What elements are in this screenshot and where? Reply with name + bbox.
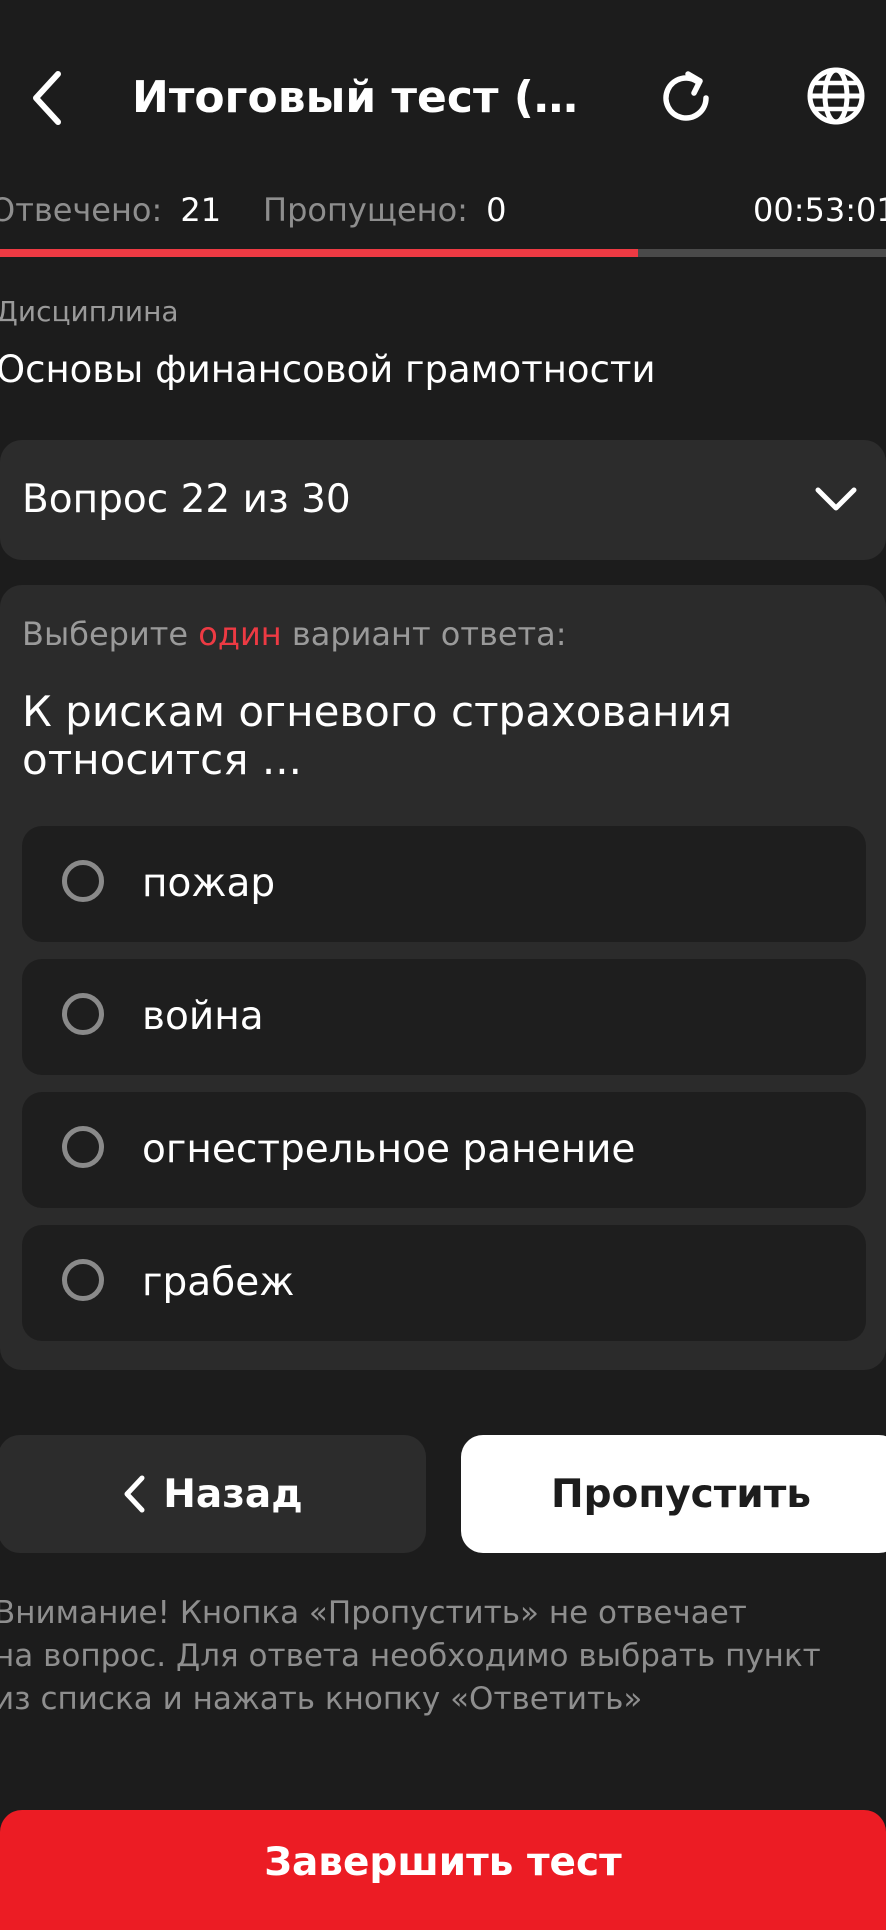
answer-option[interactable]: огнестрельное ранение xyxy=(22,1092,866,1208)
answer-option[interactable]: война xyxy=(22,959,866,1075)
option-label: огнестрельное ранение xyxy=(142,1127,636,1172)
radio-button[interactable] xyxy=(62,993,104,1035)
option-label: война xyxy=(142,994,264,1039)
page-title: Итоговый тест (пе... xyxy=(132,72,602,123)
answer-instruction: Выберите один вариант ответа: xyxy=(22,615,567,653)
instruction-prefix: Выберите xyxy=(22,615,189,653)
instruction-accent: один xyxy=(198,615,282,653)
radio-button[interactable] xyxy=(62,1259,104,1301)
question-text: К рискам огневого страхования относится … xyxy=(22,687,733,784)
discipline-name: Основы финансовой грамотности xyxy=(0,348,656,391)
language-button[interactable] xyxy=(796,56,876,136)
progress-bar xyxy=(0,249,886,257)
progress-fill xyxy=(0,249,638,257)
back-nav-button[interactable]: Назад xyxy=(0,1435,426,1553)
refresh-icon xyxy=(663,71,709,121)
answered-stat: Отвечено: 21 xyxy=(0,188,221,232)
answered-count: 21 xyxy=(180,191,222,229)
question-selector-label: Вопрос 22 из 30 xyxy=(22,477,351,522)
warning-line: из списка и нажать кнопку «Ответить» xyxy=(0,1681,643,1717)
radio-button[interactable] xyxy=(62,1126,104,1168)
chevron-left-icon xyxy=(33,71,61,125)
back-button[interactable] xyxy=(8,58,88,138)
answer-option[interactable]: пожар xyxy=(22,826,866,942)
chevron-left-icon xyxy=(124,1475,145,1513)
question-selector[interactable]: Вопрос 22 из 30 xyxy=(0,440,886,560)
finish-test-button[interactable]: Завершить тест xyxy=(0,1810,886,1930)
skip-button[interactable]: Пропустить xyxy=(461,1435,886,1553)
radio-button[interactable] xyxy=(62,860,104,902)
option-label: пожар xyxy=(142,861,276,906)
timer: 00:53:01 xyxy=(753,191,886,229)
finish-test-label: Завершить тест xyxy=(264,1840,622,1885)
warning-line: Внимание! Кнопка «Пропустить» не отвечае… xyxy=(0,1595,747,1631)
back-nav-label: Назад xyxy=(163,1471,303,1517)
option-label: грабеж xyxy=(142,1260,295,1305)
discipline-label: Дисциплина xyxy=(0,295,179,328)
answer-option[interactable]: грабеж xyxy=(22,1225,866,1341)
answered-label: Отвечено: xyxy=(0,191,163,229)
chevron-down-icon xyxy=(815,487,857,511)
skipped-stat: Пропущено: 0 xyxy=(263,188,506,232)
refresh-button[interactable] xyxy=(646,58,726,138)
warning-line: на вопрос. Для ответа необходимо выбрать… xyxy=(0,1638,821,1674)
skip-warning: Внимание! Кнопка «Пропустить» не отвечае… xyxy=(0,1592,874,1721)
skipped-label: Пропущено: xyxy=(263,191,468,229)
skipped-count: 0 xyxy=(486,191,507,229)
instruction-suffix: вариант ответа: xyxy=(291,615,567,653)
globe-icon xyxy=(807,67,865,125)
